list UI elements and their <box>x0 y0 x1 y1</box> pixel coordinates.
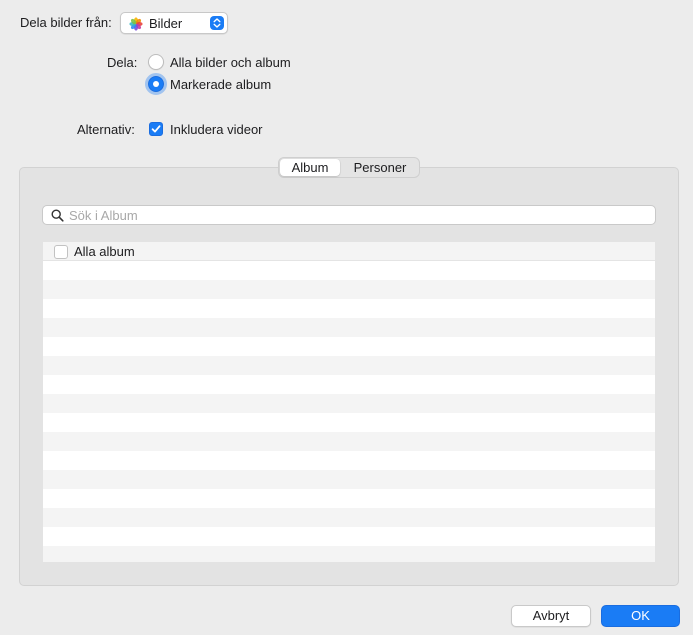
list-row-empty <box>43 413 655 432</box>
radio-all-photos[interactable] <box>148 54 164 70</box>
source-popup-value: Bilder <box>149 16 183 31</box>
list-row-empty <box>43 546 655 562</box>
ok-button[interactable]: OK <box>601 605 680 627</box>
cancel-button[interactable]: Avbryt <box>511 605 591 627</box>
list-row-empty <box>43 451 655 470</box>
tab-persons[interactable]: Personer <box>341 159 419 176</box>
popup-stepper-icon <box>210 16 224 30</box>
list-row-empty <box>43 394 655 413</box>
photos-app-icon <box>129 17 143 31</box>
radio-selected-albums-label[interactable]: Markerade album <box>170 77 271 93</box>
all-albums-checkbox[interactable] <box>54 245 68 259</box>
list-row-empty <box>43 489 655 508</box>
share-label: Dela: <box>107 55 138 70</box>
include-videos-label[interactable]: Inkludera videor <box>170 122 263 138</box>
tab-segmented-control: Album Personer <box>278 157 420 178</box>
list-row-empty <box>43 432 655 451</box>
list-row-empty <box>43 261 655 280</box>
album-search-field[interactable] <box>42 205 656 225</box>
search-icon <box>51 209 64 222</box>
search-input[interactable] <box>69 207 639 223</box>
tab-album[interactable]: Album <box>280 159 340 176</box>
list-item[interactable]: Alla album <box>43 242 655 261</box>
list-row-empty <box>43 337 655 356</box>
checkmark-icon <box>151 125 161 133</box>
list-row-empty <box>43 470 655 489</box>
list-row-empty <box>43 318 655 337</box>
options-label: Alternativ: <box>77 122 135 137</box>
list-row-empty <box>43 356 655 375</box>
list-row-empty <box>43 375 655 394</box>
radio-selected-albums[interactable] <box>148 76 164 92</box>
list-row-empty <box>43 527 655 546</box>
radio-all-photos-label[interactable]: Alla bilder och album <box>170 55 291 71</box>
all-albums-label: Alla album <box>74 244 135 259</box>
list-row-empty <box>43 280 655 299</box>
list-row-empty <box>43 508 655 527</box>
list-row-empty <box>43 299 655 318</box>
album-list: Alla album <box>43 242 655 562</box>
source-popup-button[interactable]: Bilder <box>120 12 228 34</box>
share-source-label: Dela bilder från: <box>20 15 112 30</box>
include-videos-checkbox[interactable] <box>149 122 163 136</box>
